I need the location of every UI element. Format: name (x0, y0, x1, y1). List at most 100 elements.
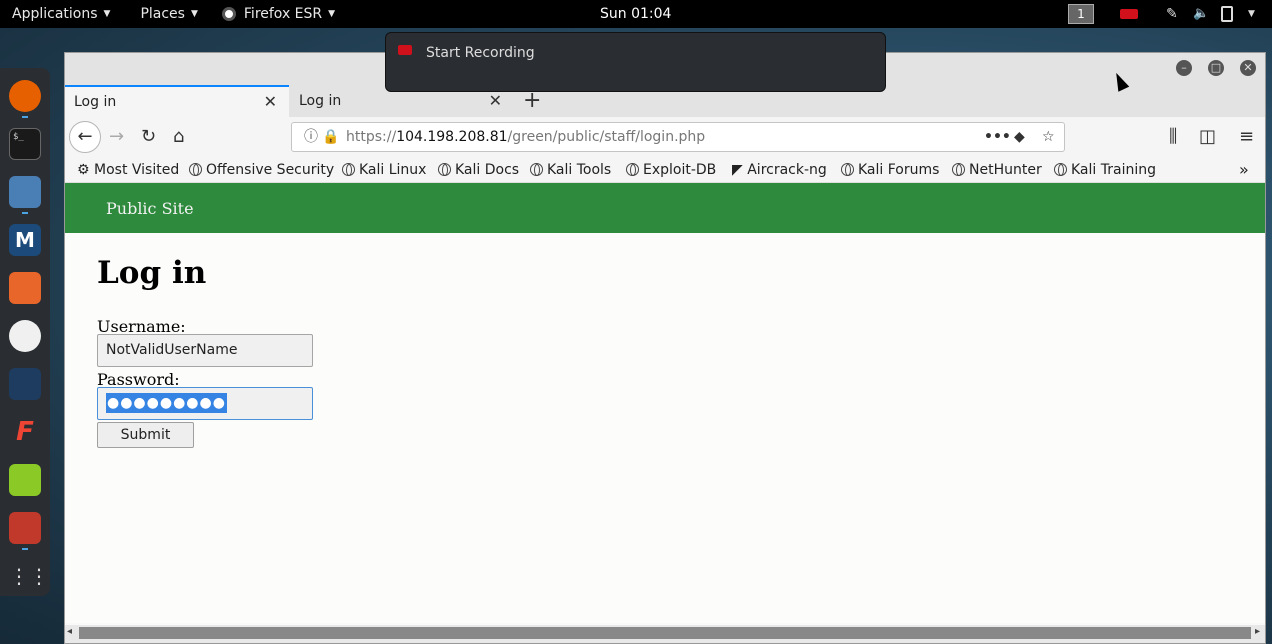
bookmark-kali-forums[interactable]: Kali Forums (841, 157, 939, 183)
submit-button[interactable]: Submit (97, 422, 194, 448)
terminal-icon[interactable]: $_ (9, 128, 41, 160)
maximize-icon[interactable]: □ (1208, 60, 1224, 76)
info-icon[interactable]: ⓘ (304, 123, 318, 151)
firefox-menu[interactable]: Firefox ESR ▼ (210, 0, 347, 28)
chevron-down-icon: ▼ (103, 9, 111, 19)
page-actions-icon[interactable]: ••• (984, 123, 1011, 151)
bookmark-aircrack-ng[interactable]: ◤ Aircrack-ng (732, 157, 827, 183)
bookmark-offensive-security[interactable]: Offensive Security (189, 157, 334, 183)
chevron-down-icon: ▼ (190, 9, 198, 19)
bookmark-label: Kali Training (1071, 162, 1156, 178)
chevron-down-icon[interactable]: ▼ (1248, 6, 1264, 22)
url-text: https://104.198.208.81/green/public/staf… (346, 123, 705, 151)
running-indicator (22, 212, 28, 214)
volume-icon[interactable]: 🔈 (1193, 6, 1209, 22)
bookmark-nethunter[interactable]: NetHunter (952, 157, 1042, 183)
globe-icon (626, 163, 639, 176)
tab-label: Log in (299, 93, 342, 109)
chevron-right-icon[interactable]: » (1239, 157, 1249, 183)
files-icon[interactable] (9, 176, 41, 208)
bookmark-label: Kali Linux (359, 162, 427, 178)
library-icon[interactable]: ⫼ (1169, 127, 1177, 147)
scroll-right-icon[interactable]: ▸ (1255, 626, 1260, 637)
chevron-down-icon: ▼ (328, 9, 336, 19)
clock[interactable]: Sun 01:04 (600, 0, 671, 28)
close-icon[interactable]: ✕ (1240, 60, 1256, 76)
globe-icon (342, 163, 355, 176)
page-title: Log in (97, 255, 207, 291)
password-field[interactable]: ●●●●●●●●● (97, 387, 313, 420)
show-apps-icon[interactable]: ⋮⋮ (9, 560, 49, 592)
tab-label: Log in (74, 94, 117, 110)
globe-icon (189, 163, 202, 176)
back-button[interactable]: ← (69, 121, 101, 153)
minimize-icon[interactable]: – (1176, 60, 1192, 76)
bookmark-label: Kali Tools (547, 162, 612, 178)
workspace-indicator[interactable]: 1 (1068, 4, 1094, 24)
url-host: 104.198.208.81 (396, 129, 508, 145)
armitage-icon[interactable] (9, 368, 41, 400)
horizontal-scrollbar[interactable]: ◂ ▸ (65, 625, 1265, 643)
url-bar[interactable]: ⓘ 🔒 https://104.198.208.81/green/public/… (291, 122, 1065, 152)
record-icon (398, 45, 412, 55)
running-indicator (22, 116, 28, 118)
username-field[interactable]: NotValidUserName (97, 334, 313, 367)
top-panel: Applications ▼ Places ▼ Firefox ESR ▼ Su… (0, 0, 1272, 28)
dock: $_ M F ⋮⋮ (0, 68, 50, 596)
globe-icon (841, 163, 854, 176)
bookmark-kali-linux[interactable]: Kali Linux (342, 157, 426, 183)
burpsuite-icon[interactable] (9, 272, 41, 304)
bookmark-kali-training[interactable]: Kali Training (1054, 157, 1156, 183)
bookmark-star-icon[interactable]: ☆ (1042, 123, 1055, 151)
url-path: /green/public/staff/login.php (507, 129, 706, 145)
metasploit-icon[interactable]: M (9, 224, 41, 256)
faraday-icon[interactable]: F (9, 416, 41, 448)
gear-icon: ⚙ (77, 162, 90, 178)
pen-icon[interactable]: ✎ (1166, 6, 1182, 22)
page-content: Public Site Log in Username: NotValidUse… (65, 183, 1265, 623)
notification-popup[interactable]: Start Recording (385, 32, 886, 92)
url-prefix: https:// (346, 129, 397, 145)
bookmarks-toolbar: ⚙ Most Visited Offensive Security Kali L… (65, 157, 1265, 183)
battery-icon[interactable] (1221, 6, 1233, 22)
sidebar-icon[interactable]: ◫ (1199, 127, 1216, 147)
bookmark-kali-docs[interactable]: Kali Docs (438, 157, 519, 183)
tab-login-active[interactable]: Log in ✕ (65, 85, 289, 117)
bookmark-label: Exploit-DB (643, 162, 717, 178)
bookmark-most-visited[interactable]: ⚙ Most Visited (77, 157, 179, 183)
public-site-link[interactable]: Public Site (106, 183, 194, 235)
reload-button[interactable]: ↻ (141, 127, 156, 147)
firefox-icon[interactable] (9, 80, 41, 112)
forward-button[interactable]: → (109, 127, 124, 147)
globe-icon (438, 163, 451, 176)
firefox-icon (221, 7, 236, 21)
scroll-left-icon[interactable]: ◂ (67, 626, 72, 637)
running-indicator (22, 548, 28, 550)
hamburger-menu-icon[interactable]: ≡ (1239, 127, 1254, 147)
bookmark-label: Kali Forums (858, 162, 940, 178)
bookmark-label: Most Visited (94, 162, 180, 178)
home-button[interactable]: ⌂ (173, 127, 184, 147)
recordmydesktop-icon[interactable] (9, 512, 41, 544)
bookmark-label: NetHunter (969, 162, 1042, 178)
record-icon[interactable] (1120, 9, 1138, 19)
notes-icon[interactable] (9, 464, 41, 496)
lock-warning-icon[interactable]: 🔒 (322, 123, 339, 151)
aircrack-icon: ◤ (732, 162, 743, 178)
applications-label: Applications (12, 6, 98, 22)
bookmark-label: Offensive Security (206, 162, 335, 178)
pocket-icon[interactable]: ◆ (1014, 123, 1025, 151)
password-selection: ●●●●●●●●● (106, 393, 227, 413)
navigation-bar: ← → ↻ ⌂ ⓘ 🔒 https://104.198.208.81/green… (65, 117, 1265, 157)
close-tab-icon[interactable]: ✕ (264, 87, 277, 117)
bookmark-kali-tools[interactable]: Kali Tools (530, 157, 611, 183)
maltego-icon[interactable] (9, 320, 41, 352)
scrollbar-thumb[interactable] (79, 627, 1251, 639)
firefox-label: Firefox ESR (243, 6, 323, 22)
browser-window: – □ ✕ Log in ✕ Log in ✕ + ← → ↻ ⌂ ⓘ 🔒 ht… (64, 52, 1266, 644)
bookmark-label: Kali Docs (455, 162, 520, 178)
globe-icon (1054, 163, 1067, 176)
bookmark-exploit-db[interactable]: Exploit-DB (626, 157, 716, 183)
places-menu[interactable]: Places ▼ (128, 0, 209, 28)
applications-menu[interactable]: Applications ▼ (0, 0, 122, 28)
